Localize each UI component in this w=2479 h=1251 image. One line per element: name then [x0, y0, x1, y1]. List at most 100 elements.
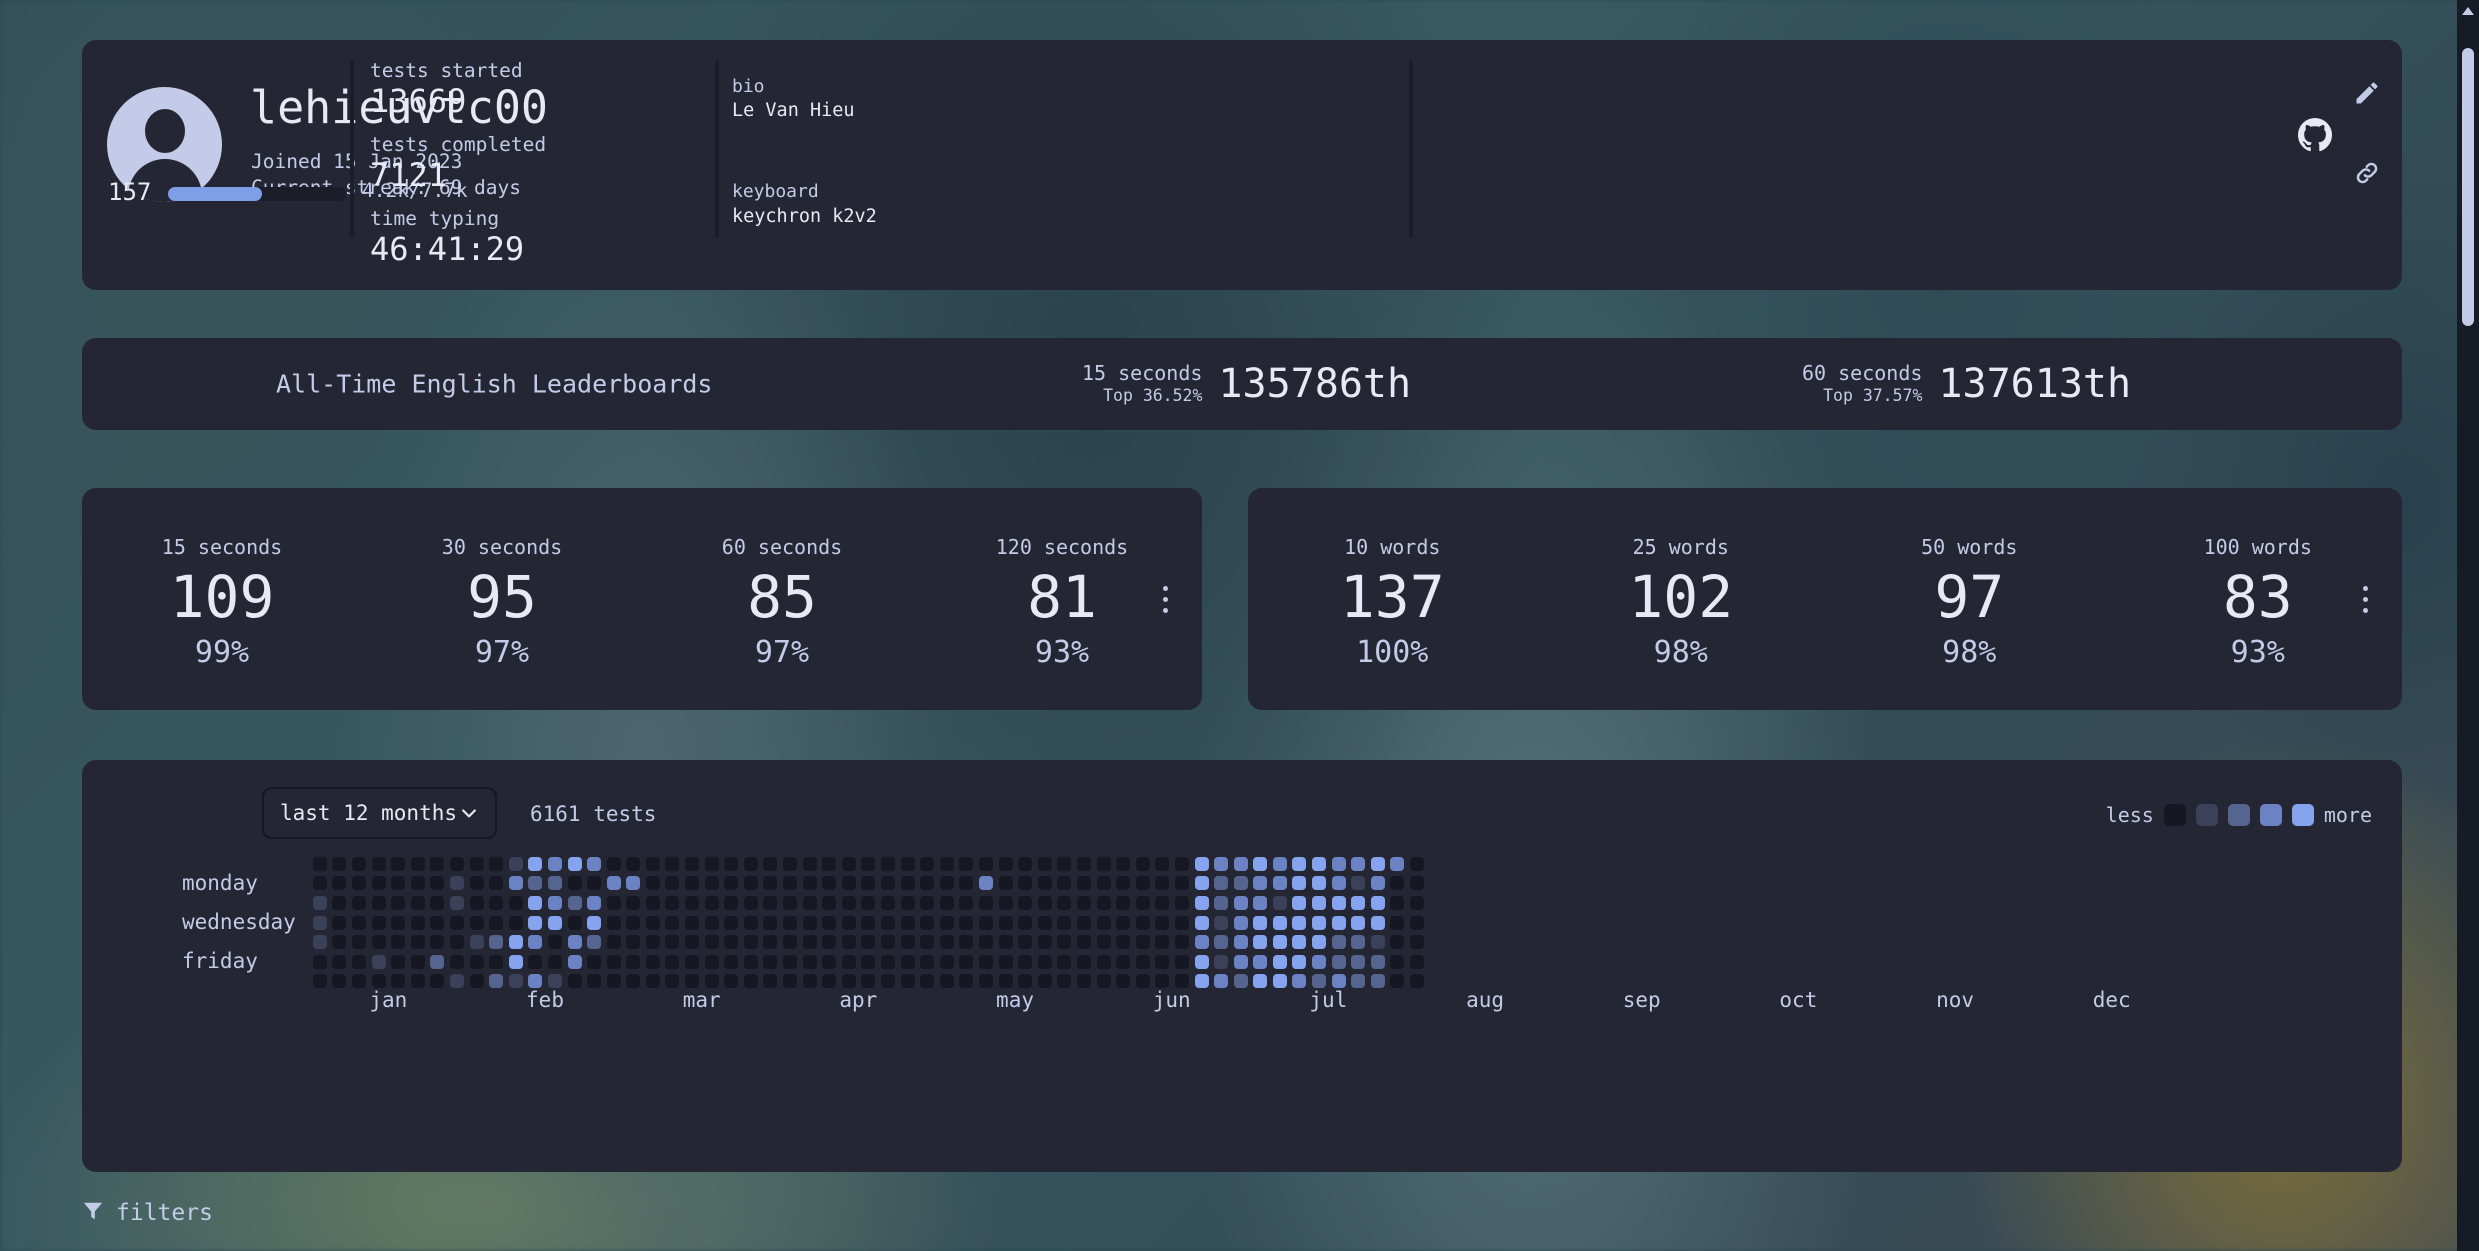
heatmap-cell[interactable] [1116, 915, 1131, 930]
heatmap-cell[interactable] [1057, 915, 1072, 930]
heatmap-cell[interactable] [1096, 974, 1111, 989]
heatmap-cell[interactable] [410, 895, 425, 910]
heatmap-cell[interactable] [1018, 974, 1033, 989]
heatmap-cell[interactable] [645, 915, 660, 930]
heatmap-cell[interactable] [861, 895, 876, 910]
heatmap-cell[interactable] [665, 935, 680, 950]
heatmap-cell[interactable] [724, 876, 739, 891]
heatmap-cell[interactable] [841, 954, 856, 969]
heatmap-cell[interactable] [449, 895, 464, 910]
heatmap-cell[interactable] [1076, 974, 1091, 989]
heatmap-cell[interactable] [469, 856, 484, 871]
heatmap-cell[interactable] [1155, 954, 1170, 969]
heatmap-cell[interactable] [606, 915, 621, 930]
heatmap-cell[interactable] [704, 895, 719, 910]
heatmap-cell[interactable] [743, 915, 758, 930]
heatmap-cell[interactable] [351, 876, 366, 891]
heatmap-cell[interactable] [371, 856, 386, 871]
heatmap-cell[interactable] [841, 856, 856, 871]
heatmap-cell[interactable] [665, 895, 680, 910]
heatmap-cell[interactable] [724, 974, 739, 989]
heatmap-cell[interactable] [1135, 915, 1150, 930]
heatmap-cell[interactable] [881, 915, 896, 930]
heatmap-cell[interactable] [783, 974, 798, 989]
heatmap-cell[interactable] [606, 895, 621, 910]
heatmap-cell[interactable] [1018, 895, 1033, 910]
heatmap-cell[interactable] [939, 876, 954, 891]
heatmap-cell[interactable] [763, 974, 778, 989]
heatmap-cell[interactable] [998, 954, 1013, 969]
heatmap-cell[interactable] [1135, 935, 1150, 950]
heatmap-cell[interactable] [1410, 915, 1425, 930]
heatmap-cell[interactable] [410, 935, 425, 950]
heatmap-cell[interactable] [822, 876, 837, 891]
heatmap-cell[interactable] [743, 895, 758, 910]
heatmap-cell[interactable] [410, 954, 425, 969]
heatmap-cell[interactable] [332, 895, 347, 910]
heatmap-cell[interactable] [508, 954, 523, 969]
heatmap-cell[interactable] [1194, 876, 1209, 891]
heatmap-cell[interactable] [1292, 856, 1307, 871]
heatmap-cell[interactable] [371, 954, 386, 969]
heatmap-cell[interactable] [1312, 915, 1327, 930]
heatmap-cell[interactable] [1174, 856, 1189, 871]
heatmap-cell[interactable] [332, 915, 347, 930]
heatmap-cell[interactable] [371, 935, 386, 950]
heatmap-cell[interactable] [449, 974, 464, 989]
heatmap-cell[interactable] [920, 974, 935, 989]
heatmap-cell[interactable] [1194, 935, 1209, 950]
heatmap-cell[interactable] [332, 935, 347, 950]
heatmap-cell[interactable] [1214, 876, 1229, 891]
heatmap-cell[interactable] [1390, 935, 1405, 950]
heatmap-cell[interactable] [430, 895, 445, 910]
heatmap-cell[interactable] [1057, 935, 1072, 950]
heatmap-cell[interactable] [665, 876, 680, 891]
heatmap-cell[interactable] [1214, 935, 1229, 950]
heatmap-cell[interactable] [1018, 954, 1033, 969]
heatmap-cell[interactable] [1018, 856, 1033, 871]
heatmap-cell[interactable] [410, 856, 425, 871]
heatmap-cell[interactable] [841, 915, 856, 930]
heatmap-cell[interactable] [391, 974, 406, 989]
heatmap-cell[interactable] [567, 974, 582, 989]
heatmap-cell[interactable] [1076, 876, 1091, 891]
heatmap-cell[interactable] [1174, 895, 1189, 910]
heatmap-cell[interactable] [1155, 974, 1170, 989]
heatmap-cell[interactable] [802, 954, 817, 969]
heatmap-cell[interactable] [900, 876, 915, 891]
heatmap-cell[interactable] [449, 856, 464, 871]
heatmap-cell[interactable] [1370, 856, 1385, 871]
heatmap-cell[interactable] [1018, 915, 1033, 930]
heatmap-cell[interactable] [1116, 935, 1131, 950]
heatmap-cell[interactable] [1096, 935, 1111, 950]
heatmap-cell[interactable] [626, 954, 641, 969]
heatmap-cell[interactable] [1312, 895, 1327, 910]
heatmap-cell[interactable] [1331, 935, 1346, 950]
heatmap-cell[interactable] [1057, 856, 1072, 871]
heatmap-cell[interactable] [1155, 856, 1170, 871]
heatmap-cell[interactable] [567, 895, 582, 910]
heatmap-cell[interactable] [1174, 876, 1189, 891]
heatmap-cell[interactable] [312, 876, 327, 891]
heatmap-cell[interactable] [1037, 935, 1052, 950]
heatmap-cell[interactable] [1410, 856, 1425, 871]
heatmap-cell[interactable] [685, 954, 700, 969]
heatmap-cell[interactable] [626, 895, 641, 910]
heatmap-cell[interactable] [763, 915, 778, 930]
heatmap-cell[interactable] [567, 876, 582, 891]
heatmap-cell[interactable] [822, 935, 837, 950]
heatmap-cell[interactable] [332, 974, 347, 989]
heatmap-cell[interactable] [1076, 935, 1091, 950]
heatmap-cell[interactable] [1096, 954, 1111, 969]
heatmap-cell[interactable] [998, 856, 1013, 871]
heatmap-cell[interactable] [900, 915, 915, 930]
heatmap-cell[interactable] [900, 974, 915, 989]
heatmap-cell[interactable] [920, 935, 935, 950]
heatmap-cell[interactable] [763, 856, 778, 871]
heatmap-cell[interactable] [881, 895, 896, 910]
heatmap-cell[interactable] [920, 954, 935, 969]
heatmap-cell[interactable] [1331, 974, 1346, 989]
heatmap-cell[interactable] [645, 974, 660, 989]
heatmap-cell[interactable] [685, 856, 700, 871]
heatmap-cell[interactable] [704, 915, 719, 930]
